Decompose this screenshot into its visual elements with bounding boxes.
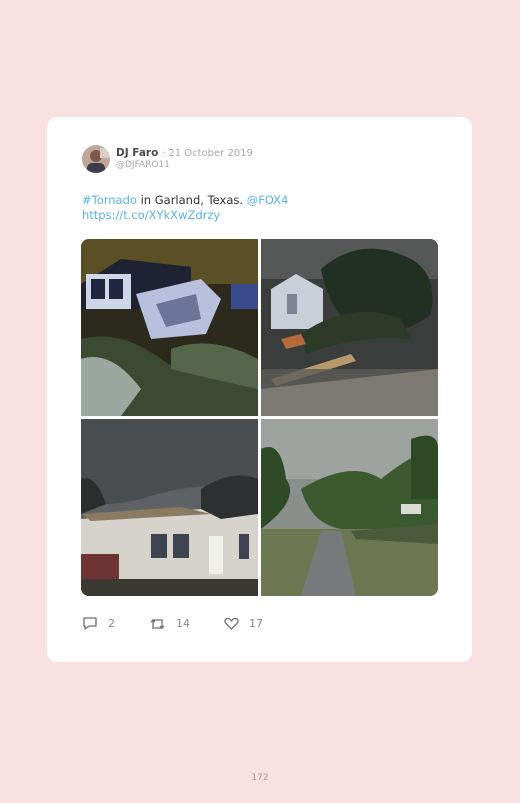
tweet-actions: 2 14 17 bbox=[82, 616, 297, 631]
reply-count: 2 bbox=[108, 617, 115, 630]
avatar-image bbox=[82, 145, 110, 173]
retweet-count: 14 bbox=[176, 617, 190, 630]
reply-button[interactable]: 2 bbox=[82, 616, 115, 631]
photo-fallen-tree-sidewalk[interactable] bbox=[261, 419, 438, 596]
like-count: 17 bbox=[249, 617, 263, 630]
tweet-date: · 21 October 2019 bbox=[161, 148, 253, 159]
hashtag-link[interactable]: #Tornado bbox=[82, 193, 137, 207]
tweet-card: DJ Faro · 21 October 2019 @DJFARO11 #Tor… bbox=[47, 117, 472, 662]
avatar[interactable] bbox=[82, 145, 110, 173]
author-handle[interactable]: @DJFARO11 bbox=[116, 160, 170, 170]
photo-damaged-car-image bbox=[81, 239, 258, 416]
photo-fallen-tree-sidewalk-image bbox=[261, 419, 438, 596]
photo-roofless-house-image bbox=[81, 419, 258, 596]
tweet-body-text: in Garland, Texas. bbox=[136, 193, 247, 207]
mention-link[interactable]: @FOX4 bbox=[247, 193, 289, 207]
photo-damaged-car[interactable] bbox=[81, 239, 258, 416]
photo-fallen-tree-image bbox=[261, 239, 438, 416]
page-number: 172 bbox=[251, 773, 269, 783]
reply-icon bbox=[83, 617, 97, 630]
tweet-url-link[interactable]: https://t.co/XYkXwZdrzy bbox=[82, 208, 220, 222]
heart-icon bbox=[224, 617, 239, 630]
photo-grid bbox=[81, 239, 438, 596]
retweet-button[interactable]: 14 bbox=[149, 617, 190, 631]
retweet-icon bbox=[150, 618, 165, 629]
like-button[interactable]: 17 bbox=[224, 617, 263, 630]
photo-roofless-house[interactable] bbox=[81, 419, 258, 596]
author-name-text: DJ Faro bbox=[116, 147, 159, 159]
author-name[interactable]: DJ Faro · 21 October 2019 bbox=[116, 147, 253, 159]
tweet-text: #Tornado in Garland, Texas. @FOX4 https:… bbox=[82, 193, 442, 223]
photo-fallen-tree[interactable] bbox=[261, 239, 438, 416]
